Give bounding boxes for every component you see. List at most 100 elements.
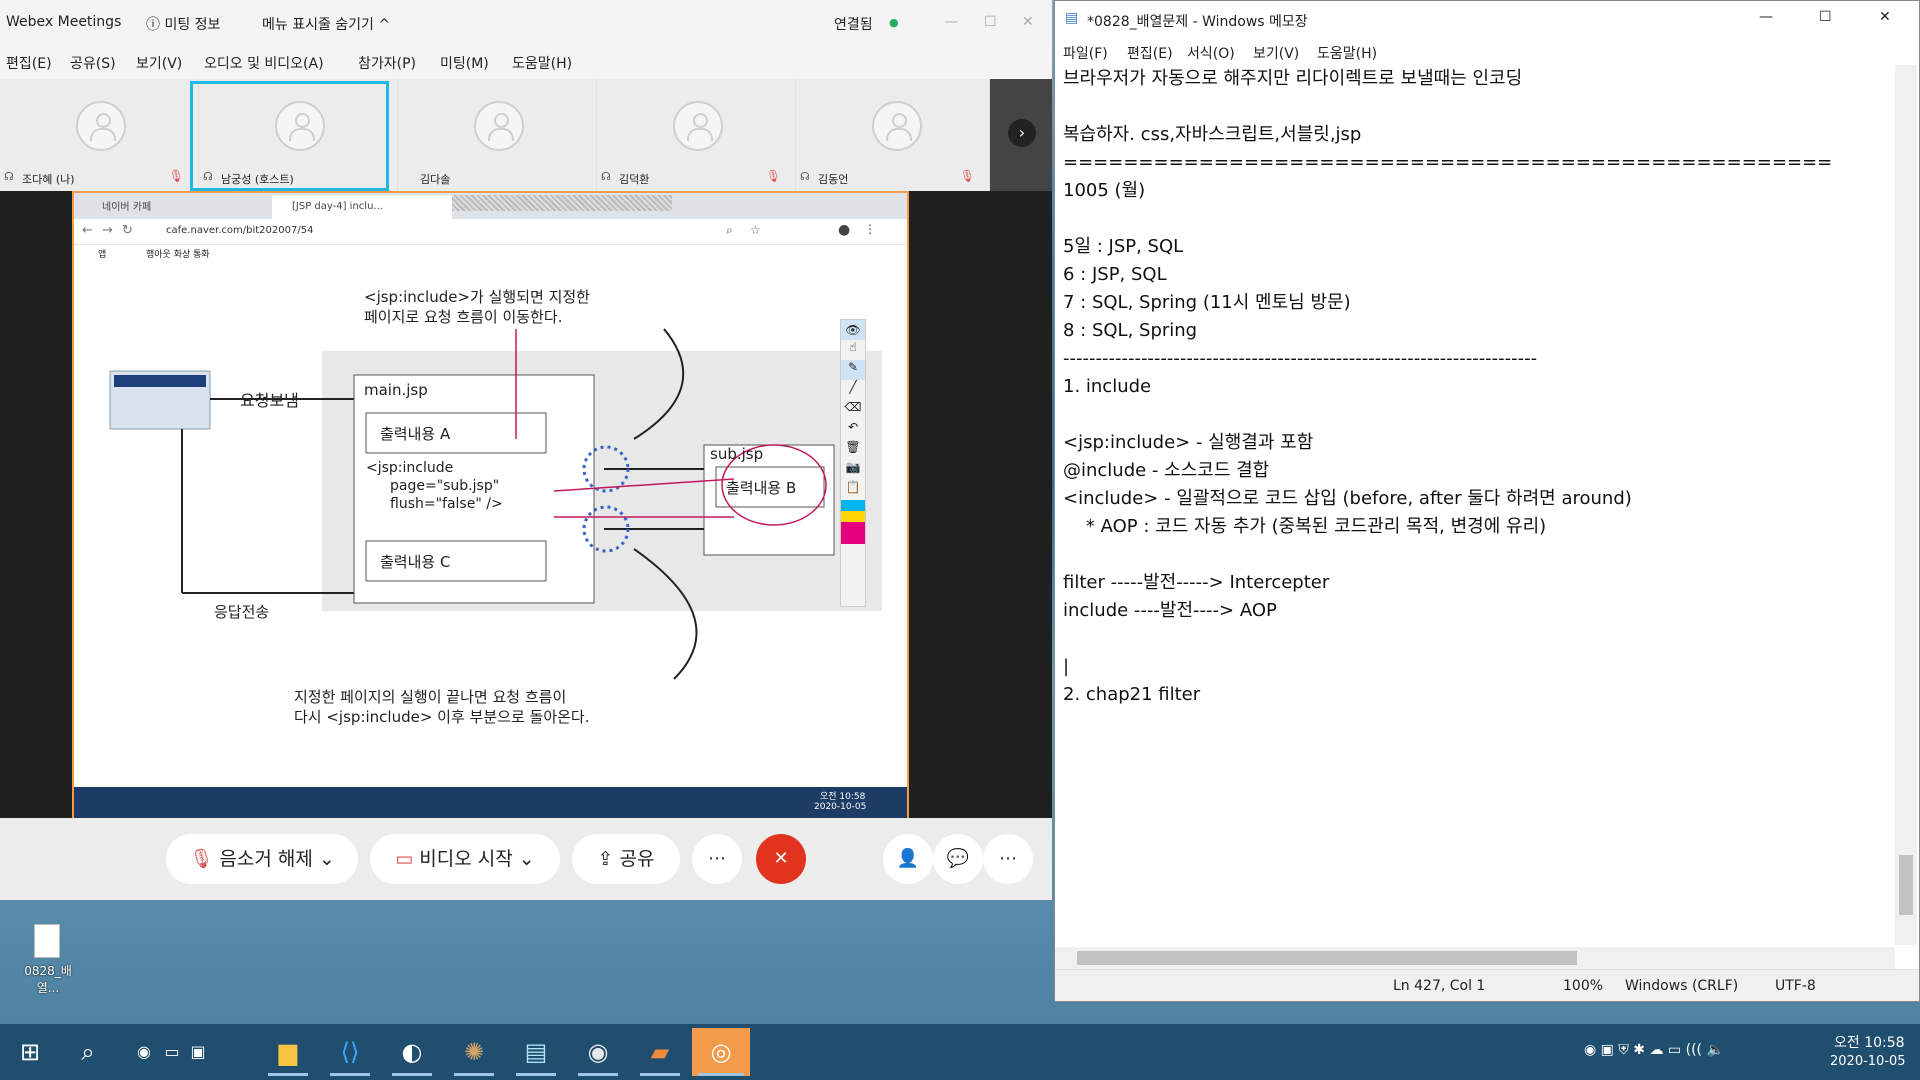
- clock-time[interactable]: 오전 10:58: [1834, 1032, 1905, 1052]
- eraser-icon[interactable]: ⌫: [841, 400, 865, 420]
- eclipse-icon[interactable]: ◐: [386, 1028, 438, 1076]
- more-options-button[interactable]: ⋯: [692, 834, 742, 884]
- menu-meeting[interactable]: 미팅(M): [440, 53, 489, 73]
- menu-edit[interactable]: 편집(E): [1127, 43, 1173, 63]
- mic-muted-icon: 🎙: [189, 848, 214, 870]
- participant-name: 김덕환: [619, 173, 650, 186]
- app-icon[interactable]: ▣: [172, 1028, 224, 1076]
- maximize-icon[interactable]: ☐: [1819, 9, 1832, 25]
- muted-mic-icon: 🎙: [765, 169, 781, 183]
- participant-tile[interactable]: ☊ 조다혜 (나) 🎙: [0, 79, 199, 191]
- zoom-icon[interactable]: ⌕: [726, 223, 733, 238]
- back-icon[interactable]: ←: [82, 223, 93, 238]
- participant-tile[interactable]: ☊ 김동언 🎙: [796, 79, 990, 191]
- menu-participants[interactable]: 참가자(P): [358, 53, 416, 73]
- text-line: * AOP : 코드 자동 추가 (중복된 코드관리 목적, 변경에 유리): [1063, 516, 1547, 537]
- close-icon[interactable]: ✕: [1022, 14, 1034, 30]
- share-button[interactable]: ⇪ 공유: [572, 834, 680, 884]
- tray-icons[interactable]: ◉ ▣ ⛨ ✱ ☁ ▭ ((( 🔈: [1584, 1042, 1724, 1058]
- notepad-taskbar-icon[interactable]: ▤: [510, 1028, 562, 1076]
- menu-edit[interactable]: 편집(E): [6, 53, 52, 73]
- browser-tab-active[interactable]: [JSP day-4] inclu...: [272, 195, 452, 219]
- pencil-icon[interactable]: ✎: [841, 360, 865, 380]
- chevron-right-icon: ›: [1008, 119, 1036, 147]
- bookmark-hangouts[interactable]: 행아웃 화상 통화: [146, 247, 210, 260]
- connection-status: 연결됨: [834, 17, 873, 33]
- inner-clock-date: 2020-10-05: [814, 802, 867, 812]
- menu-view[interactable]: 보기(V): [1253, 43, 1299, 63]
- trash-icon[interactable]: 🗑: [841, 440, 865, 460]
- powerpoint-icon[interactable]: ▰: [634, 1028, 686, 1076]
- text-line: 브라우저가 자동으로 해주지만 리다이렉트로 보낼때는 인코딩: [1063, 68, 1523, 89]
- kebab-menu-icon[interactable]: ⋮: [864, 222, 876, 236]
- chrome-taskbar-icon[interactable]: ◉: [572, 1028, 624, 1076]
- undo-icon[interactable]: ↶: [841, 420, 865, 440]
- close-icon[interactable]: ✕: [1879, 9, 1891, 25]
- reload-icon[interactable]: ↻: [122, 223, 133, 238]
- unmute-button[interactable]: 🎙 음소거 해제 ⌄: [166, 834, 358, 884]
- line-ending: Windows (CRLF): [1625, 978, 1739, 994]
- annotation-toolbar: 👁 ☝ ✎ ╱ ⌫ ↶ 🗑 📷 📋: [840, 319, 866, 607]
- start-video-button[interactable]: ▭ 비디오 시작 ⌄: [370, 834, 560, 884]
- text-line: [1063, 93, 1893, 121]
- minimize-icon[interactable]: —: [944, 14, 958, 30]
- participant-tile[interactable]: 김다솔: [398, 79, 597, 191]
- pointer-icon[interactable]: ☝: [841, 340, 865, 360]
- text-file-icon: [34, 924, 60, 958]
- webex-taskbar-icon[interactable]: ◎: [692, 1028, 750, 1076]
- video-off-icon: ▭: [395, 848, 414, 870]
- scroll-thumb[interactable]: [1899, 855, 1913, 915]
- menu-view[interactable]: 보기(V): [136, 53, 182, 73]
- file-explorer-icon[interactable]: ▆: [262, 1028, 314, 1076]
- notepad-icon: ▤: [1065, 10, 1079, 26]
- clock-date[interactable]: 2020-10-05: [1830, 1054, 1906, 1069]
- participants-icon[interactable]: 👤: [883, 834, 933, 884]
- maximize-icon[interactable]: ☐: [984, 14, 997, 30]
- desktop-file-icon[interactable]: 0828_배열...: [18, 924, 78, 995]
- star-icon[interactable]: ☆: [750, 223, 761, 237]
- output-a-label: 출력내용 A: [380, 425, 451, 443]
- search-icon[interactable]: ⌕: [62, 1028, 114, 1076]
- browser-tab-bar: 네이버 카페 [JSP day-4] inclu...: [74, 193, 907, 219]
- clipboard-icon[interactable]: 📋: [841, 480, 865, 500]
- menu-help[interactable]: 도움말(H): [512, 53, 572, 73]
- app-title: Webex Meetings: [6, 14, 122, 30]
- menu-file[interactable]: 파일(F): [1063, 43, 1108, 63]
- bookmark-apps[interactable]: 앱: [98, 247, 106, 260]
- horizontal-scrollbar[interactable]: [1055, 947, 1895, 969]
- participant-tile[interactable]: ☊ 김덕환 🎙: [597, 79, 796, 191]
- muted-mic-icon: 🎙: [168, 169, 184, 183]
- menu-help[interactable]: 도움말(H): [1317, 43, 1377, 63]
- meeting-info-button[interactable]: ⓘ 미팅 정보: [146, 14, 220, 34]
- hide-menu-button[interactable]: 메뉴 표시줄 숨기기 ^: [262, 14, 390, 34]
- notepad-text-area[interactable]: 브라우저가 자동으로 해주지만 리다이렉트로 보낼때는 인코딩 복습하자. cs…: [1063, 65, 1893, 945]
- menu-audio-video[interactable]: 오디오 및 비디오(A): [204, 53, 324, 73]
- camera-icon[interactable]: 📷: [841, 460, 865, 480]
- shared-content: 네이버 카페 [JSP day-4] inclu... ← → ↻ cafe.n…: [72, 191, 909, 818]
- gear-app-icon[interactable]: ✺: [448, 1028, 500, 1076]
- vscode-icon[interactable]: ⟨⟩: [324, 1028, 376, 1076]
- inner-taskbar: 오전 10:58 2020-10-05: [74, 787, 907, 818]
- address-bar[interactable]: cafe.naver.com/bit202007/54: [166, 225, 313, 236]
- redacted-bar: [452, 195, 672, 211]
- sub-jsp-label: sub.jsp: [710, 445, 764, 463]
- line-icon[interactable]: ╱: [841, 380, 865, 400]
- start-icon[interactable]: ⊞: [4, 1028, 56, 1076]
- more-panels-button[interactable]: ⋯: [983, 834, 1033, 884]
- vertical-scrollbar[interactable]: [1895, 65, 1917, 945]
- menu-format[interactable]: 서식(O): [1187, 43, 1235, 63]
- next-participants-button[interactable]: ›: [990, 79, 1052, 191]
- scroll-thumb[interactable]: [1077, 951, 1577, 965]
- minimize-icon[interactable]: —: [1759, 9, 1773, 25]
- eye-icon[interactable]: 👁: [841, 320, 865, 340]
- menu-share[interactable]: 공유(S): [70, 53, 116, 73]
- profile-icon[interactable]: ●: [838, 222, 850, 238]
- bottom-note: 지정한 페이지의 실행이 끝나면 요청 흐름이 다시 <jsp:include> …: [294, 688, 590, 726]
- browser-tab[interactable]: 네이버 카페: [82, 197, 272, 219]
- chat-icon[interactable]: 💬: [933, 834, 983, 884]
- leave-meeting-button[interactable]: ✕: [756, 834, 806, 884]
- avatar: [872, 101, 922, 151]
- color-palette[interactable]: [841, 500, 865, 544]
- forward-icon[interactable]: →: [102, 223, 113, 238]
- text-line: 2. chap21 filter: [1063, 684, 1201, 705]
